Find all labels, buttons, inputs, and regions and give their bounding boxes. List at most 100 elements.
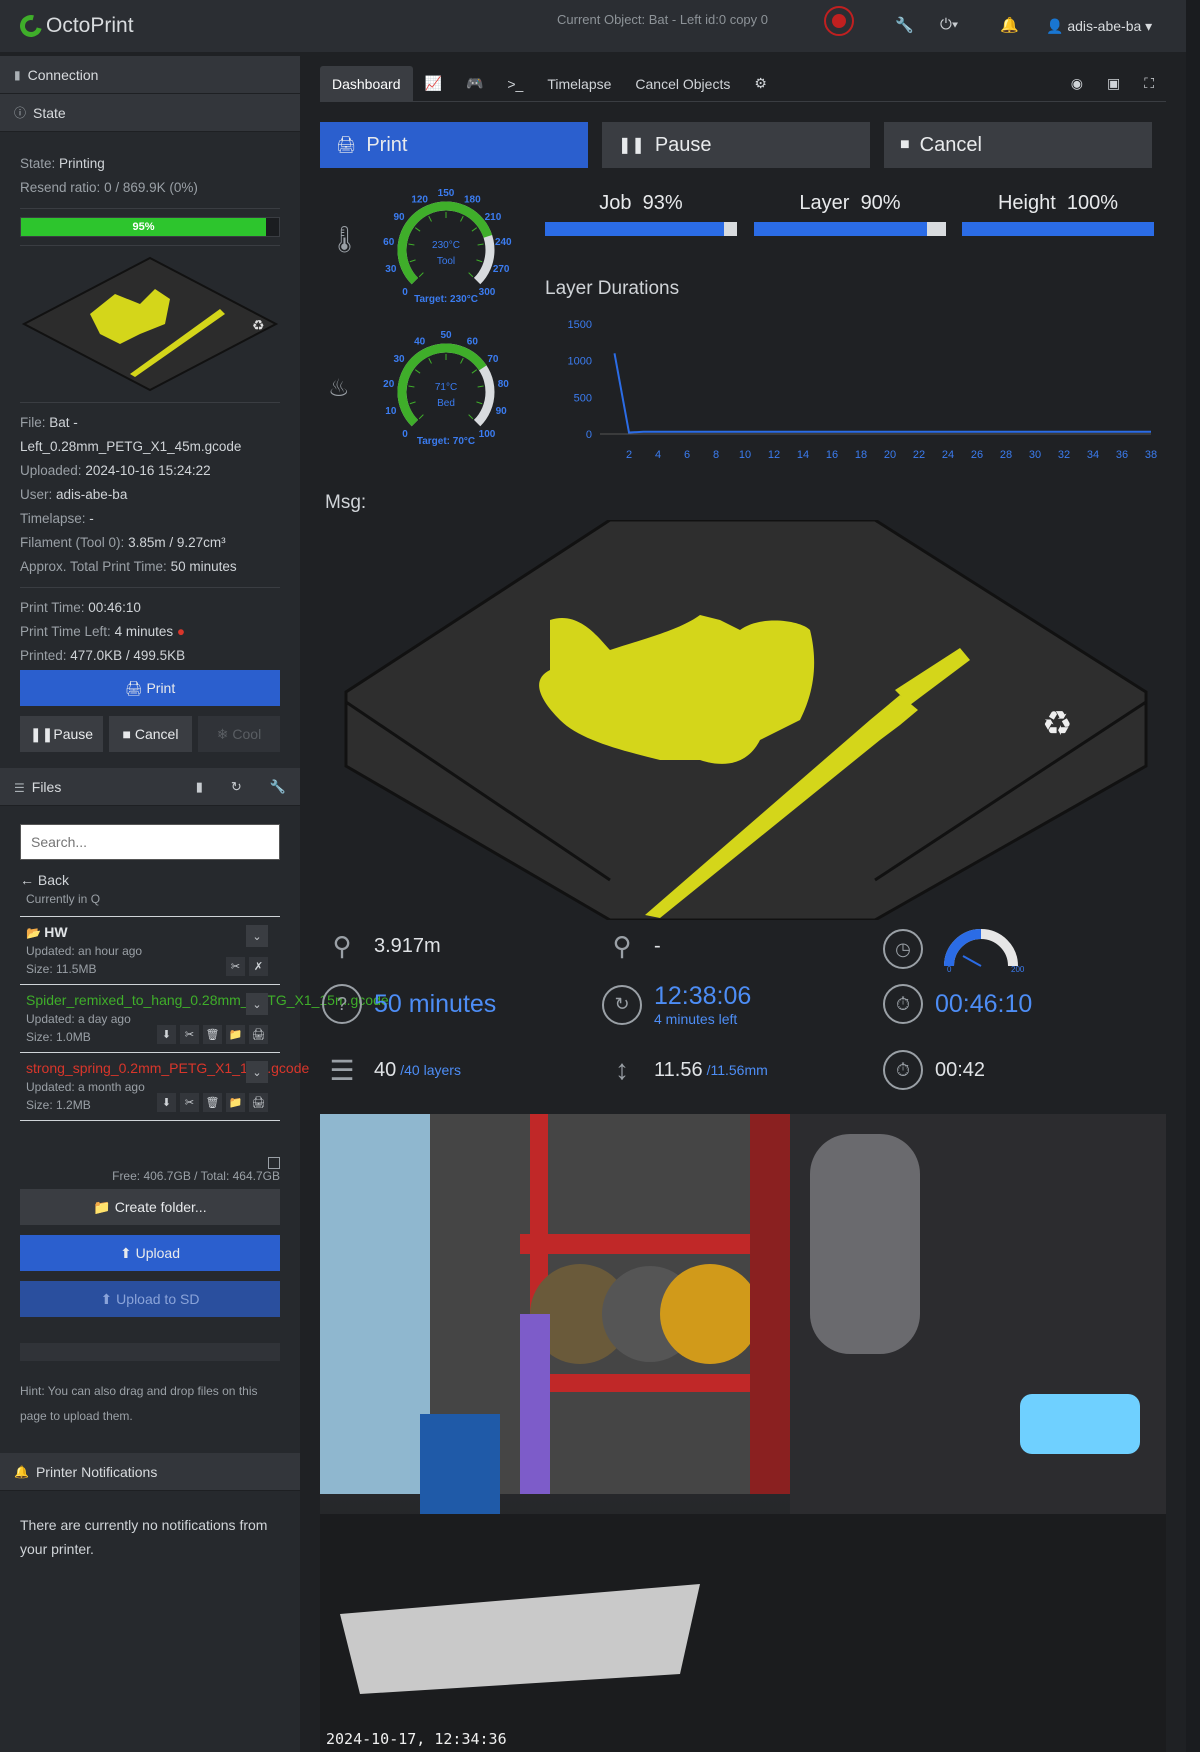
cut-icon[interactable]: ✂ <box>180 1093 199 1112</box>
chart-xtick-label: 20 <box>884 449 896 461</box>
cut-icon[interactable]: ✂ <box>226 957 245 976</box>
gauge-label: Bed <box>437 398 455 409</box>
gauge-value: 230°C <box>432 240 460 251</box>
printed-line: Printed: 477.0KB / 499.5KB <box>20 648 186 663</box>
file-name[interactable]: Spider_remixed_to_hang_0.28mm_PETG_X1_15… <box>26 991 389 1010</box>
gauge-tick <box>471 227 478 232</box>
cut-icon[interactable]: ✂ <box>180 1025 199 1044</box>
bell-icon[interactable]: 🔔 <box>1000 16 1019 34</box>
gauge-tick-label: 10 <box>385 406 397 417</box>
sidebar-cancel-button[interactable]: ■ Cancel <box>109 716 192 752</box>
file-entry[interactable]: strong_spring_0.2mm_PETG_X1_17m.gcode Upd… <box>20 1052 309 1120</box>
uploaded-line: Uploaded: 2024-10-16 15:24:22 <box>20 463 211 478</box>
brand[interactable]: OctoPrint <box>15 10 134 42</box>
upload-sd-button[interactable]: ⬆ Upload to SD <box>20 1281 280 1317</box>
resend-line: Resend ratio: 0 / 869.9K (0%) <box>20 180 198 195</box>
layer-durations-chart: 0500100015002 4 6 8 10 12 14 16 18 20 22 24 26 28 30 32… <box>568 319 1158 461</box>
printer-icon: 🖨 <box>124 679 147 696</box>
question-icon: ? <box>322 984 362 1024</box>
create-folder-button[interactable]: 📁 Create folder... <box>20 1189 280 1225</box>
tab-terminal[interactable]: >_ <box>495 66 535 102</box>
trash-icon[interactable]: 🗑 <box>203 1025 222 1044</box>
height-progress-fill <box>962 222 1154 236</box>
chart-title: Layer Durations <box>545 278 680 299</box>
upload-progress <box>20 1343 280 1361</box>
back-link[interactable]: ← Back <box>20 872 280 888</box>
file-name[interactable]: strong_spring_0.2mm_PETG_X1_17m.gcode <box>26 1059 309 1078</box>
chart-xtick-label: 24 <box>942 449 954 461</box>
tab-timelapse[interactable]: Timelapse <box>535 66 623 102</box>
record-icon[interactable] <box>824 6 854 36</box>
resize-handle-icon[interactable] <box>268 1157 280 1169</box>
print-button[interactable]: 🖨 Print <box>320 122 588 168</box>
bed-gauge: 0 10 20 30 40 50 60 70 80 90 100 71°C Bed Target: 70°… <box>383 330 509 447</box>
connection-header[interactable]: ▮ Connection <box>0 56 300 94</box>
main-content: Dashboard 📈 🎮 >_ Timelapse Cancel Object… <box>320 65 1166 1752</box>
wrench-icon[interactable]: 🔧 <box>895 16 914 34</box>
list-icon: ☰ <box>14 780 25 795</box>
cancel-button[interactable]: ■ Cancel <box>884 122 1152 168</box>
load-icon[interactable]: 📁 <box>226 1025 245 1044</box>
chevron-down-icon[interactable]: ⌄ <box>246 925 268 947</box>
download-icon[interactable]: ⬇ <box>157 1025 176 1044</box>
trash-icon[interactable]: 🗑 <box>203 1093 222 1112</box>
layer-progress-bar <box>754 222 946 236</box>
state-line: State: Printing <box>20 156 105 171</box>
wrench-icon[interactable]: 🔧 <box>270 779 286 795</box>
hint-text: Hint: You can also drag and drop files o… <box>20 1384 258 1423</box>
filament-line: Filament (Tool 0): 3.85m / 9.27cm³ <box>20 535 226 550</box>
files-header[interactable]: ☰ Files ▮ ↻ 🔧 <box>0 768 300 806</box>
folder-icon: 📁 <box>93 1198 115 1215</box>
upload-button[interactable]: ⬆ Upload <box>20 1235 280 1271</box>
pause-button[interactable]: ❚❚ Pause <box>602 122 870 168</box>
tab-cancel-objects[interactable]: Cancel Objects <box>623 66 742 102</box>
chevron-down-icon[interactable]: ⌄ <box>246 993 268 1015</box>
gauge-tick-label: 270 <box>493 264 510 275</box>
user-menu[interactable]: 👤 adis-abe-ba ▾ <box>1046 18 1152 35</box>
chevron-down-icon[interactable]: ⌄ <box>246 1061 268 1083</box>
load-icon[interactable]: 📁 <box>226 1093 245 1112</box>
gauge-tick-label: 50 <box>440 330 452 341</box>
tab-control[interactable]: 🎮 <box>454 66 495 102</box>
scrollbar[interactable] <box>1186 0 1200 1752</box>
tab-dashboard[interactable]: Dashboard <box>320 65 413 102</box>
file-name[interactable]: HW <box>44 924 67 940</box>
state-header[interactable]: ⓘ State <box>0 94 300 132</box>
chart-xtick-label: 10 <box>739 449 751 461</box>
tab-temperature[interactable]: 📈 <box>413 66 454 102</box>
fullscreen-icon[interactable]: ⛶ <box>1132 66 1166 102</box>
file-search-input[interactable] <box>20 824 280 860</box>
chart-xtick-label: 38 <box>1145 449 1157 461</box>
download-icon[interactable]: ⬇ <box>157 1093 176 1112</box>
height-stat: ↕ 11.56/11.56mm <box>602 1050 768 1090</box>
sd-card-icon[interactable]: ▮ <box>196 779 203 795</box>
print-time-line: Print Time: 00:46:10 <box>20 600 141 615</box>
gauge-tick-label: 30 <box>385 264 397 275</box>
height-progress-label: Height 100% <box>997 192 1119 214</box>
sidebar-pause-button[interactable]: ❚❚ Pause <box>20 716 103 752</box>
chart-xtick-label: 22 <box>913 449 925 461</box>
monitor-icon[interactable]: ▣ <box>1095 66 1132 102</box>
tab-gcode-viewer[interactable]: ⚙ <box>742 66 779 102</box>
height-icon: ↕ <box>615 1054 629 1085</box>
file-entry[interactable]: Spider_remixed_to_hang_0.28mm_PETG_X1_15… <box>20 984 389 1052</box>
gauge-tick <box>408 385 415 388</box>
refresh-icon[interactable]: ↻ <box>231 779 242 795</box>
delete-icon[interactable]: ✗ <box>249 957 268 976</box>
webcam-toggle-icon[interactable]: ◉ <box>1059 66 1095 102</box>
gauge-tick <box>409 401 416 405</box>
gauge-tick-label: 210 <box>485 212 502 223</box>
print-file-icon[interactable]: 🖨 <box>249 1025 268 1044</box>
chart-xtick-label: 12 <box>768 449 780 461</box>
gauge-tick-label: 150 <box>438 188 455 199</box>
notifications-header[interactable]: 🔔 Printer Notifications <box>0 1453 300 1491</box>
gauge-tick-label: 60 <box>383 237 395 248</box>
gauge-tick-label: 0 <box>402 429 408 440</box>
print-file-icon[interactable]: 🖨 <box>249 1093 268 1112</box>
chart-ytick-label: 1500 <box>568 319 592 331</box>
sidebar-cool-button[interactable]: ❄ Cool <box>198 716 280 752</box>
file-entry[interactable]: 📂 HW Updated: an hour ago Size: 11.5MB ⌄ ✂ ✗ <box>20 916 280 984</box>
msg-label: Msg: <box>325 492 367 513</box>
sidebar-print-button[interactable]: 🖨 Print <box>20 670 280 706</box>
power-icon[interactable]: ⏻▾ <box>940 16 958 33</box>
